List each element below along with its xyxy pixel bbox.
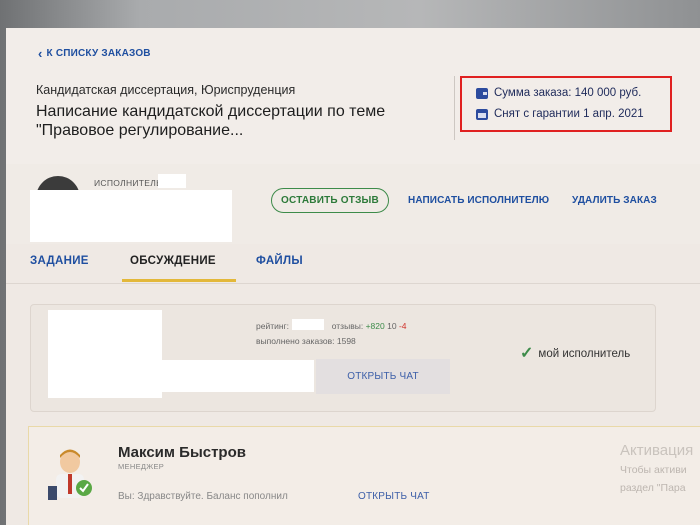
my-executor-badge: ✓ мой исполнитель: [520, 345, 631, 362]
activation-title: Активация: [620, 442, 694, 459]
reviews-negative: -4: [398, 321, 407, 331]
reviews-positive: +820: [365, 321, 385, 331]
manager-role: МЕНЕДЖЕР: [118, 462, 165, 471]
tab-task[interactable]: ЗАДАНИЕ: [30, 255, 89, 267]
reviews-label: отзывы:: [331, 321, 364, 331]
browser-screen: ‹ К СПИСКУ ЗАКАЗОВ Кандидатская диссерта…: [6, 28, 700, 525]
header-divider: [454, 76, 455, 140]
redacted-block: [128, 360, 314, 392]
my-executor-label: мой исполнитель: [538, 348, 631, 360]
manager-name: Максим Быстров: [118, 444, 246, 461]
active-tab-indicator: [122, 279, 236, 282]
order-subject: Кандидатская диссертация, Юриспруденция: [36, 83, 296, 97]
order-amount: Сумма заказа: 140 000 руб.: [494, 87, 642, 99]
rating-label: рейтинг:: [256, 321, 289, 331]
title-line-2: "Правовое регулирование...: [36, 122, 244, 139]
checkmark-icon: ✓: [520, 345, 534, 362]
manager-open-chat-button[interactable]: ОТКРЫТЬ ЧАТ: [358, 491, 430, 502]
title-line-1: Написание кандидатской диссертации по те…: [36, 103, 386, 120]
redacted-block: [158, 174, 186, 188]
calendar-icon: [476, 108, 488, 120]
order-amount-row: Сумма заказа: 140 000 руб.: [476, 87, 641, 99]
redacted-block: [30, 190, 232, 242]
reviews-neutral: 10: [387, 321, 397, 331]
rating-line: рейтинг: отзывы: +820 10 -4: [256, 321, 407, 331]
order-info-highlight: Сумма заказа: 140 000 руб. Снят с гарант…: [460, 76, 672, 132]
activation-text-2: раздел "Пара: [620, 482, 686, 494]
tab-discussion[interactable]: ОБСУЖДЕНИЕ: [130, 255, 216, 267]
tabs-divider: [6, 283, 700, 284]
activation-text-1: Чтобы активи: [620, 464, 687, 476]
wallet-icon: [476, 87, 488, 99]
chevron-left-icon: ‹: [38, 45, 43, 61]
tab-files[interactable]: ФАЙЛЫ: [256, 255, 303, 267]
manager-avatar: [48, 449, 92, 500]
guarantee-date: Снят с гарантии 1 апр. 2021: [494, 108, 644, 120]
completed-orders: выполнено заказов: 1598: [256, 336, 356, 346]
manager-last-message: Вы: Здравствуйте. Баланс пополнил: [118, 491, 288, 502]
open-chat-button[interactable]: ОТКРЫТЬ ЧАТ: [316, 359, 450, 394]
leave-review-button[interactable]: ОСТАВИТЬ ОТЗЫВ: [271, 188, 389, 213]
back-link-label: К СПИСКУ ЗАКАЗОВ: [46, 48, 151, 59]
page-title: Написание кандидатской диссертации по те…: [36, 102, 436, 140]
write-to-executor-button[interactable]: НАПИСАТЬ ИСПОЛНИТЕЛЮ: [408, 195, 549, 206]
executor-label: ИСПОЛНИТЕЛЬ: [94, 178, 163, 188]
manager-card: [28, 426, 700, 525]
back-to-orders-link[interactable]: ‹ К СПИСКУ ЗАКАЗОВ: [38, 45, 151, 61]
delete-order-button[interactable]: УДАЛИТЬ ЗАКАЗ: [572, 195, 657, 206]
guarantee-row: Снят с гарантии 1 апр. 2021: [476, 108, 644, 120]
